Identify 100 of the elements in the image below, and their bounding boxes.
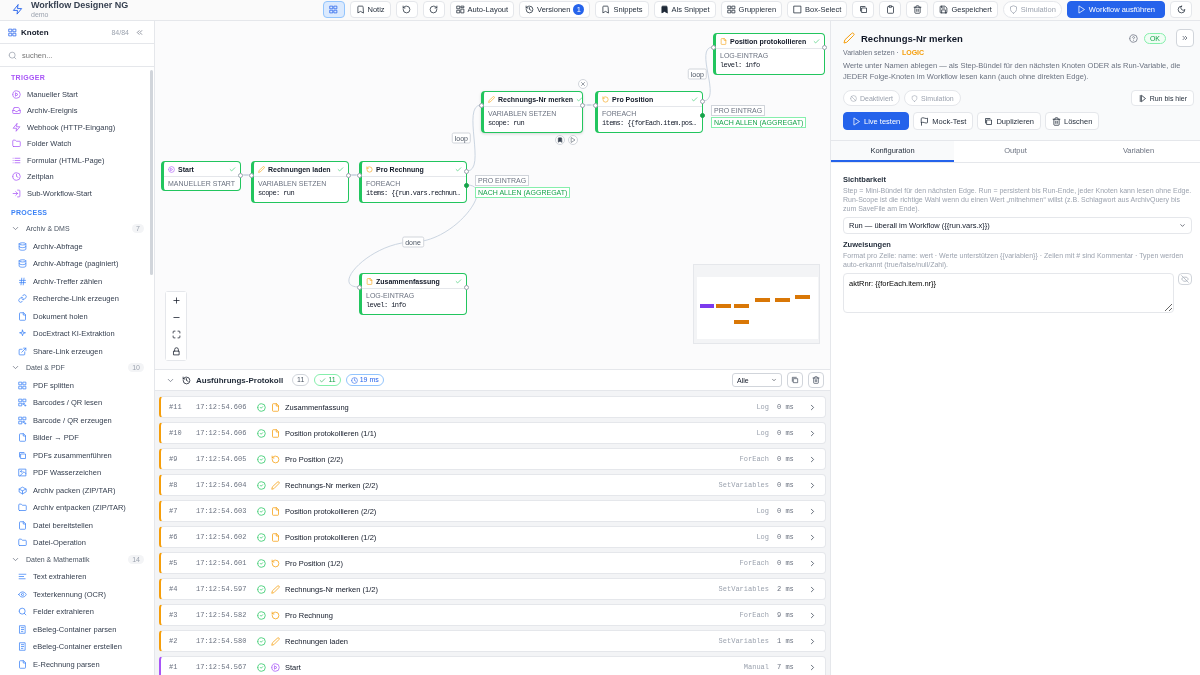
qr-code-icon — [18, 398, 27, 408]
port-handle[interactable] — [464, 285, 469, 290]
undo-button[interactable] — [395, 1, 418, 18]
chevron-right-icon — [808, 454, 817, 464]
file-icon — [271, 506, 280, 516]
grid-icon — [726, 5, 736, 14]
port-handle[interactable] — [593, 103, 598, 108]
file-icon — [18, 433, 27, 443]
chevron-right-icon — [808, 662, 817, 672]
hide-button[interactable] — [1178, 273, 1192, 286]
port-handle[interactable] — [580, 103, 585, 108]
paste-button[interactable] — [879, 1, 902, 18]
chevron-right-icon — [808, 480, 817, 490]
delete-button[interactable] — [808, 372, 824, 388]
hash-icon — [18, 276, 27, 286]
port-handle[interactable] — [700, 113, 705, 118]
folder-icon — [12, 139, 21, 149]
port-handle[interactable] — [357, 285, 362, 290]
eye-off-icon — [1181, 275, 1189, 284]
bookmark-icon — [659, 5, 669, 14]
port-handle[interactable] — [346, 173, 351, 178]
copy-button[interactable] — [852, 1, 875, 18]
port-handle[interactable] — [238, 173, 243, 178]
link-icon — [18, 294, 27, 304]
chevrons-right-icon — [1181, 34, 1189, 42]
copy-icon — [18, 450, 27, 460]
grid-icon — [329, 5, 338, 14]
port-handle[interactable] — [357, 173, 362, 178]
bolt-icon — [12, 122, 21, 132]
chevron-right-icon — [808, 558, 817, 568]
qr-code-icon — [18, 415, 27, 425]
delete-button[interactable] — [906, 1, 929, 18]
eye-icon — [18, 589, 27, 599]
copy-icon — [984, 116, 994, 126]
bookmark-icon — [355, 5, 365, 14]
redo-button[interactable] — [422, 1, 445, 18]
history-icon — [182, 375, 191, 385]
undo-icon — [402, 5, 412, 14]
chevron-right-icon — [808, 584, 817, 594]
pencil-icon — [271, 480, 280, 490]
grid-icon — [8, 27, 17, 37]
theme-button[interactable] — [1170, 1, 1192, 18]
ban-icon — [850, 94, 857, 102]
help-icon — [1128, 33, 1138, 43]
expand-button[interactable] — [1176, 29, 1194, 47]
close-button[interactable] — [578, 79, 588, 89]
file-icon — [18, 520, 27, 530]
search-icon — [18, 607, 27, 617]
connector-line — [582, 104, 596, 106]
connector-line — [348, 174, 360, 176]
panel-title: Knoten — [21, 27, 49, 37]
chevrons-left-icon — [135, 27, 144, 37]
file-icon — [18, 659, 27, 669]
lock-icon — [171, 347, 181, 356]
file-icon — [366, 277, 373, 285]
app-title: Workflow Designer NG — [31, 1, 129, 10]
loop-icon — [366, 165, 373, 173]
chevron-right-icon — [808, 532, 817, 542]
skip-icon — [1137, 93, 1147, 103]
file-icon — [271, 428, 280, 438]
bookmark-icon — [557, 137, 563, 143]
port-handle[interactable] — [822, 45, 827, 50]
pencil-icon — [271, 584, 280, 594]
trash-icon — [912, 5, 922, 14]
snippet-button[interactable] — [555, 135, 565, 145]
sparkle-icon — [18, 329, 27, 339]
connector-line — [240, 174, 252, 176]
list-icon — [12, 155, 21, 165]
pencil-icon — [843, 32, 855, 44]
clipboard-icon — [885, 5, 895, 14]
file-icon — [18, 311, 27, 321]
receipt-icon — [18, 624, 27, 634]
port-handle[interactable] — [464, 183, 469, 188]
port-handle[interactable] — [464, 169, 469, 174]
layout-icon — [455, 5, 465, 14]
play-icon — [852, 116, 861, 126]
connector-line — [466, 104, 482, 172]
port-handle[interactable] — [700, 99, 705, 104]
grid-view-button[interactable] — [322, 1, 345, 18]
port-handle[interactable] — [249, 173, 254, 178]
chevron-down-icon — [771, 377, 777, 383]
shield-icon — [911, 94, 919, 102]
grid-icon — [18, 380, 27, 390]
port-handle[interactable] — [479, 103, 484, 108]
port-handle[interactable] — [711, 45, 716, 50]
folder-icon — [18, 538, 27, 548]
file-icon — [271, 532, 280, 542]
file-icon — [720, 37, 727, 45]
clock-icon — [350, 376, 358, 384]
bookmark-icon — [601, 5, 611, 14]
bolt-icon — [12, 4, 23, 15]
minimap-drawing[interactable] — [693, 264, 820, 344]
enter-icon — [12, 188, 21, 198]
copy-button[interactable] — [787, 372, 803, 388]
chevron-right-icon — [808, 402, 817, 412]
save-icon — [939, 5, 949, 14]
check-icon — [319, 376, 327, 384]
node-title: Rechnungs-Nr merken — [861, 32, 963, 44]
plus-icon — [171, 296, 181, 305]
copy-icon — [791, 376, 799, 384]
